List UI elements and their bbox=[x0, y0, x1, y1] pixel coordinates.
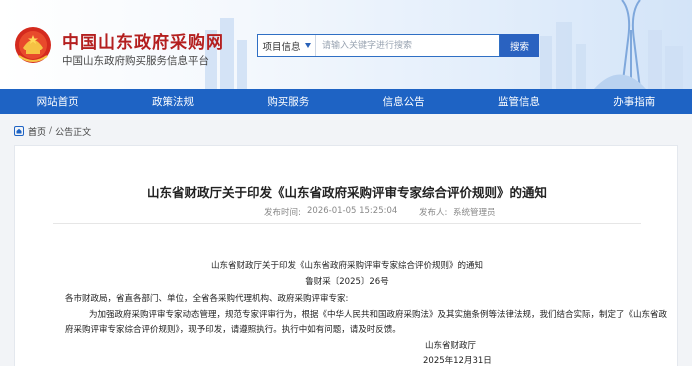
nav-item-policy[interactable]: 政策法规 bbox=[115, 89, 230, 114]
article-panel: 山东省财政厅关于印发《山东省政府采购评审专家综合评价规则》的通知 发布时间: 2… bbox=[14, 145, 678, 366]
author-label: 发布人: bbox=[419, 208, 448, 218]
home-icon bbox=[14, 126, 24, 136]
doc-signature: 山东省财政厅 bbox=[425, 341, 477, 351]
publish-time-label: 发布时间: bbox=[264, 208, 301, 218]
search-category-label: 项目信息 bbox=[262, 41, 301, 53]
doc-heading: 山东省财政厅关于印发《山东省政府采购评审专家综合评价规则》的通知 bbox=[210, 261, 483, 271]
search-input[interactable] bbox=[322, 38, 492, 53]
article-title: 山东省财政厅关于印发《山东省政府采购评审专家综合评价规则》的通知 bbox=[146, 185, 547, 200]
author-name: 系统管理员 bbox=[453, 208, 496, 218]
nav-item-home[interactable]: 网站首页 bbox=[0, 89, 115, 114]
meta-divider bbox=[53, 223, 641, 224]
doc-number: 鲁财采〔2025〕26号 bbox=[305, 277, 389, 287]
site-header: 中国山东政府采购网 中国山东政府购买服务信息平台 项目信息 搜索 bbox=[0, 0, 692, 89]
publish-time: 2026-01-05 15:25:04 bbox=[307, 206, 398, 216]
caret-down-icon bbox=[304, 43, 311, 48]
breadcrumb-separator: / bbox=[49, 126, 53, 136]
nav-item-services[interactable]: 购买服务 bbox=[231, 89, 346, 114]
breadcrumb: 首页 / 公告正文 bbox=[14, 124, 91, 138]
nav-item-supervision[interactable]: 监管信息 bbox=[461, 89, 576, 114]
search-category-select[interactable]: 项目信息 bbox=[258, 35, 316, 56]
breadcrumb-current: 公告正文 bbox=[55, 127, 92, 138]
nav-item-announcements[interactable]: 信息公告 bbox=[346, 89, 461, 114]
search-bar: 项目信息 bbox=[257, 34, 500, 57]
main-nav: 网站首页 政策法规 购买服务 信息公告 监管信息 办事指南 bbox=[0, 89, 692, 114]
search-button[interactable]: 搜索 bbox=[500, 34, 539, 57]
doc-addressee: 各市财政局，省直各部门、单位，全省各采购代理机构、政府采购评审专家: bbox=[65, 294, 349, 304]
site-title: 中国山东政府采购网 bbox=[62, 33, 224, 53]
national-emblem-icon bbox=[15, 27, 51, 63]
doc-date: 2025年12月31日 bbox=[423, 356, 492, 366]
site-subtitle: 中国山东政府购买服务信息平台 bbox=[62, 55, 209, 67]
doc-paragraph: 为加强政府采购评审专家动态管理，规范专家评审行为，根据《中华人民共和国政府采购法… bbox=[65, 310, 668, 335]
breadcrumb-home-link[interactable]: 首页 bbox=[28, 125, 46, 138]
nav-item-guide[interactable]: 办事指南 bbox=[577, 89, 692, 114]
